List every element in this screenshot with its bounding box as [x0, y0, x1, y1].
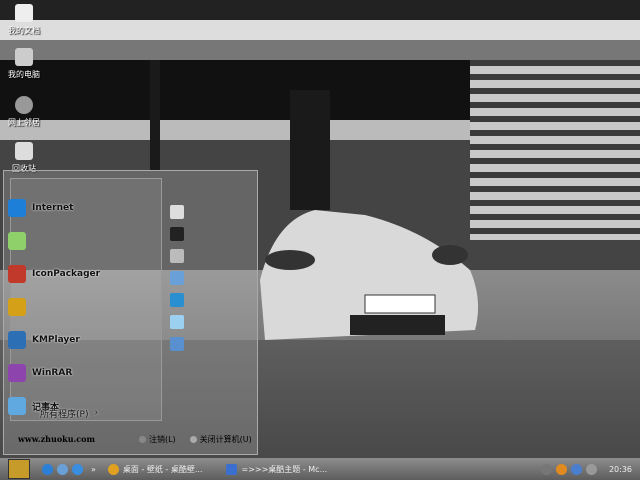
desktop-icon-my-documents[interactable]: 我的文档 — [4, 4, 44, 36]
clock[interactable]: 20:36 — [609, 465, 632, 474]
iconpackager-icon — [8, 265, 26, 283]
browser-quicklaunch-icon[interactable] — [57, 463, 68, 475]
control-panel-icon[interactable] — [170, 271, 184, 285]
task-button[interactable]: 桌面 - 壁纸 - 桌酷壁... — [104, 463, 202, 475]
paint-icon — [8, 298, 26, 316]
app-tray-icon[interactable] — [555, 463, 567, 475]
start-menu-item[interactable]: WinRAR — [8, 363, 72, 383]
kmplayer-icon — [8, 331, 26, 349]
document-icon — [226, 463, 238, 475]
shutdown-button[interactable]: 关闭计算机(U) — [189, 434, 252, 445]
start-menu: Internet IconPackager KMPlayer WinRAR 记事本 所有… — [3, 170, 258, 455]
shutdown-icon — [189, 435, 197, 443]
website-label: www.zhuoku.com — [18, 434, 95, 444]
start-menu-item[interactable]: Internet — [8, 198, 73, 218]
car-image — [260, 210, 479, 340]
help-icon[interactable] — [170, 315, 184, 329]
start-menu-item[interactable]: KMPlayer — [8, 330, 80, 350]
internet-explorer-icon — [8, 199, 26, 217]
arrow-right-icon: › — [94, 408, 99, 418]
run-icon[interactable] — [170, 337, 184, 351]
all-programs-button[interactable]: 所有程序(P) › — [40, 403, 98, 423]
monitor-tray-icon[interactable] — [570, 463, 582, 475]
taskbar: » 桌面 - 壁纸 - 桌酷壁... =>>>桌酷主题 - Mc... 20:3… — [0, 458, 640, 480]
desktop-icon-network[interactable]: 网上邻居 — [4, 96, 44, 128]
my-computer-icon — [15, 48, 33, 66]
notepad-icon — [8, 397, 26, 415]
start-menu-item[interactable] — [8, 231, 32, 251]
recycle-bin-icon — [15, 142, 33, 160]
desktop-icon-my-computer[interactable]: 我的电脑 — [4, 48, 44, 80]
start-button[interactable] — [8, 459, 30, 479]
quicklaunch-overflow[interactable]: » — [91, 465, 96, 474]
ie-quicklaunch-icon[interactable] — [42, 463, 53, 475]
app-icon — [8, 232, 26, 250]
task-button[interactable]: =>>>桌酷主题 - Mc... — [222, 463, 327, 475]
system-tray: 20:36 — [537, 463, 640, 475]
winrar-icon — [8, 364, 26, 382]
connect-icon[interactable] — [170, 293, 184, 307]
start-menu-item[interactable] — [8, 297, 32, 317]
start-menu-item[interactable]: IconPackager — [8, 264, 100, 284]
my-documents-icon — [15, 4, 33, 22]
chrome-icon — [107, 463, 119, 475]
network-globe-icon — [15, 96, 33, 114]
computer-icon[interactable] — [170, 227, 184, 241]
volume-tray-icon[interactable] — [585, 463, 597, 475]
ie2-quicklaunch-icon[interactable] — [72, 463, 83, 475]
logoff-button[interactable]: 注销(L) — [138, 434, 176, 445]
documents-icon[interactable] — [170, 205, 184, 219]
logoff-icon — [138, 435, 146, 443]
network-icon[interactable] — [170, 249, 184, 263]
network-tray-icon[interactable] — [540, 463, 552, 475]
